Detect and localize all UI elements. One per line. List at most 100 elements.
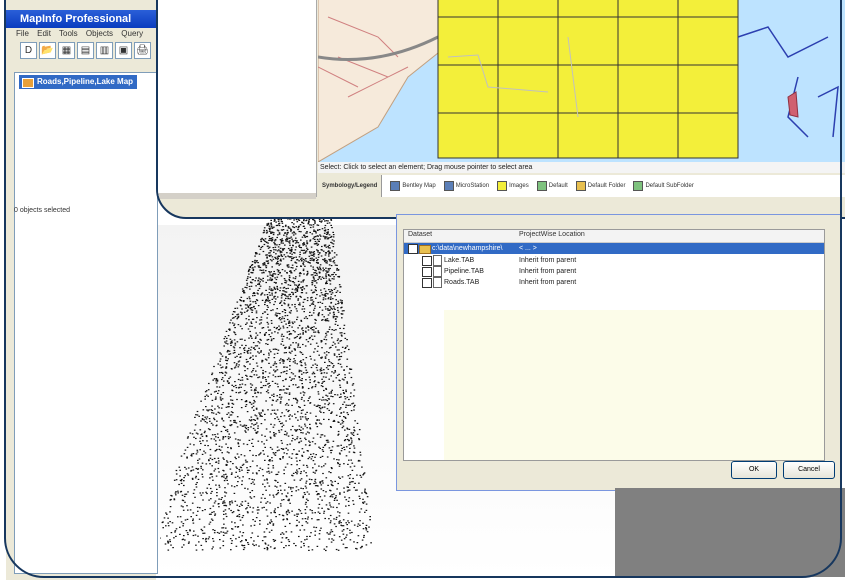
layout-icon[interactable]: ▥ xyxy=(96,42,113,59)
road-point xyxy=(267,279,269,281)
road-point xyxy=(302,497,304,499)
road-point xyxy=(294,289,296,291)
scrollbar[interactable] xyxy=(158,193,316,199)
table-row[interactable]: Roads.TAB Inherit from parent xyxy=(404,277,824,288)
road-point xyxy=(302,343,304,346)
column-projectwise-location[interactable]: ProjectWise Location xyxy=(519,231,585,238)
road-point xyxy=(276,352,279,354)
road-point xyxy=(298,324,301,327)
road-point xyxy=(274,512,276,514)
legend-item[interactable]: MicroStation xyxy=(443,181,489,191)
road-point xyxy=(274,435,276,437)
road-point xyxy=(339,493,341,495)
road-point xyxy=(317,391,320,393)
projectwise-location[interactable]: Inherit from parent xyxy=(519,266,576,277)
row-checkbox[interactable] xyxy=(422,256,432,266)
legend-item[interactable]: Images xyxy=(497,181,529,191)
road-point xyxy=(183,480,185,482)
row-checkbox[interactable] xyxy=(408,244,418,254)
table-row[interactable]: Pipeline.TAB Inherit from parent xyxy=(404,266,824,277)
road-point xyxy=(223,345,225,347)
road-point xyxy=(333,493,335,495)
road-point xyxy=(203,419,205,421)
print-icon[interactable]: 🖨 xyxy=(134,42,151,59)
road-point xyxy=(292,384,295,386)
road-point xyxy=(331,344,334,346)
menu-file[interactable]: File xyxy=(16,29,29,38)
road-point xyxy=(210,513,212,515)
road-point xyxy=(294,362,296,364)
road-point xyxy=(289,295,292,298)
road-point xyxy=(290,379,292,381)
road-point xyxy=(311,549,314,551)
road-point xyxy=(339,415,341,417)
road-point xyxy=(298,425,301,427)
projectwise-location[interactable]: Inherit from parent xyxy=(519,255,576,266)
road-point xyxy=(269,279,271,281)
road-point xyxy=(279,317,281,319)
menu-objects[interactable]: Objects xyxy=(86,29,113,38)
road-point xyxy=(283,415,286,417)
road-point xyxy=(358,439,361,441)
road-point xyxy=(318,240,320,242)
table-row[interactable]: c:\data\newhampshire\ < ... > xyxy=(404,243,824,254)
road-point xyxy=(319,529,321,532)
road-point xyxy=(169,506,172,508)
menu-query[interactable]: Query xyxy=(121,29,143,38)
road-point xyxy=(238,477,241,479)
road-point xyxy=(199,449,201,451)
new-file-icon[interactable]: D xyxy=(20,42,37,59)
road-point xyxy=(217,392,219,394)
road-point xyxy=(256,473,258,475)
road-point xyxy=(301,518,304,520)
legend-item[interactable]: Bentley Map xyxy=(390,181,436,191)
map-status-bar: Select: Click to select an element; Drag… xyxy=(318,162,845,173)
graph-icon[interactable]: ▣ xyxy=(115,42,132,59)
road-point xyxy=(252,427,255,430)
tree-item-map[interactable]: Roads,Pipeline,Lake Map xyxy=(19,75,138,89)
road-point xyxy=(254,255,256,257)
map-canvas[interactable] xyxy=(318,0,845,162)
open-folder-icon[interactable]: 📂 xyxy=(39,42,56,59)
road-point xyxy=(331,250,333,252)
legend-item[interactable]: Default xyxy=(536,181,568,191)
menu-edit[interactable]: Edit xyxy=(37,29,51,38)
road-point xyxy=(247,504,250,507)
road-point xyxy=(264,263,266,265)
road-point xyxy=(347,520,349,522)
row-checkbox[interactable] xyxy=(422,267,432,277)
road-point xyxy=(252,507,255,509)
tab-symbology-legend[interactable]: Symbology/Legend xyxy=(318,175,383,197)
road-point xyxy=(284,315,287,317)
row-checkbox[interactable] xyxy=(422,278,432,288)
projectwise-location[interactable]: < ... > xyxy=(519,243,537,254)
road-point xyxy=(251,490,254,492)
road-point xyxy=(299,392,302,394)
column-dataset[interactable]: Dataset xyxy=(408,231,432,238)
road-point xyxy=(273,433,276,435)
cancel-button[interactable]: Cancel xyxy=(783,461,835,479)
projectwise-location[interactable]: Inherit from parent xyxy=(519,277,576,288)
road-point xyxy=(282,448,284,450)
road-point xyxy=(329,326,331,328)
road-point xyxy=(263,479,266,481)
table-row[interactable]: Lake.TAB Inherit from parent xyxy=(404,255,824,266)
map-window-icon[interactable]: ▦ xyxy=(58,42,75,59)
road-point xyxy=(290,247,293,249)
road-point xyxy=(333,419,335,422)
road-point xyxy=(348,459,350,461)
road-point xyxy=(320,367,323,369)
ok-button[interactable]: OK xyxy=(731,461,777,479)
browser-icon[interactable]: ▤ xyxy=(77,42,94,59)
road-point xyxy=(320,357,323,359)
legend-item[interactable]: Default Folder xyxy=(575,181,625,191)
road-point xyxy=(253,540,255,542)
menu-tools[interactable]: Tools xyxy=(59,29,78,38)
road-point xyxy=(264,371,267,373)
road-point xyxy=(342,525,345,527)
road-point xyxy=(241,308,243,310)
road-point xyxy=(227,403,230,405)
road-point xyxy=(323,352,326,354)
legend-item[interactable]: Default SubFolder xyxy=(633,181,694,191)
road-point xyxy=(219,364,222,366)
